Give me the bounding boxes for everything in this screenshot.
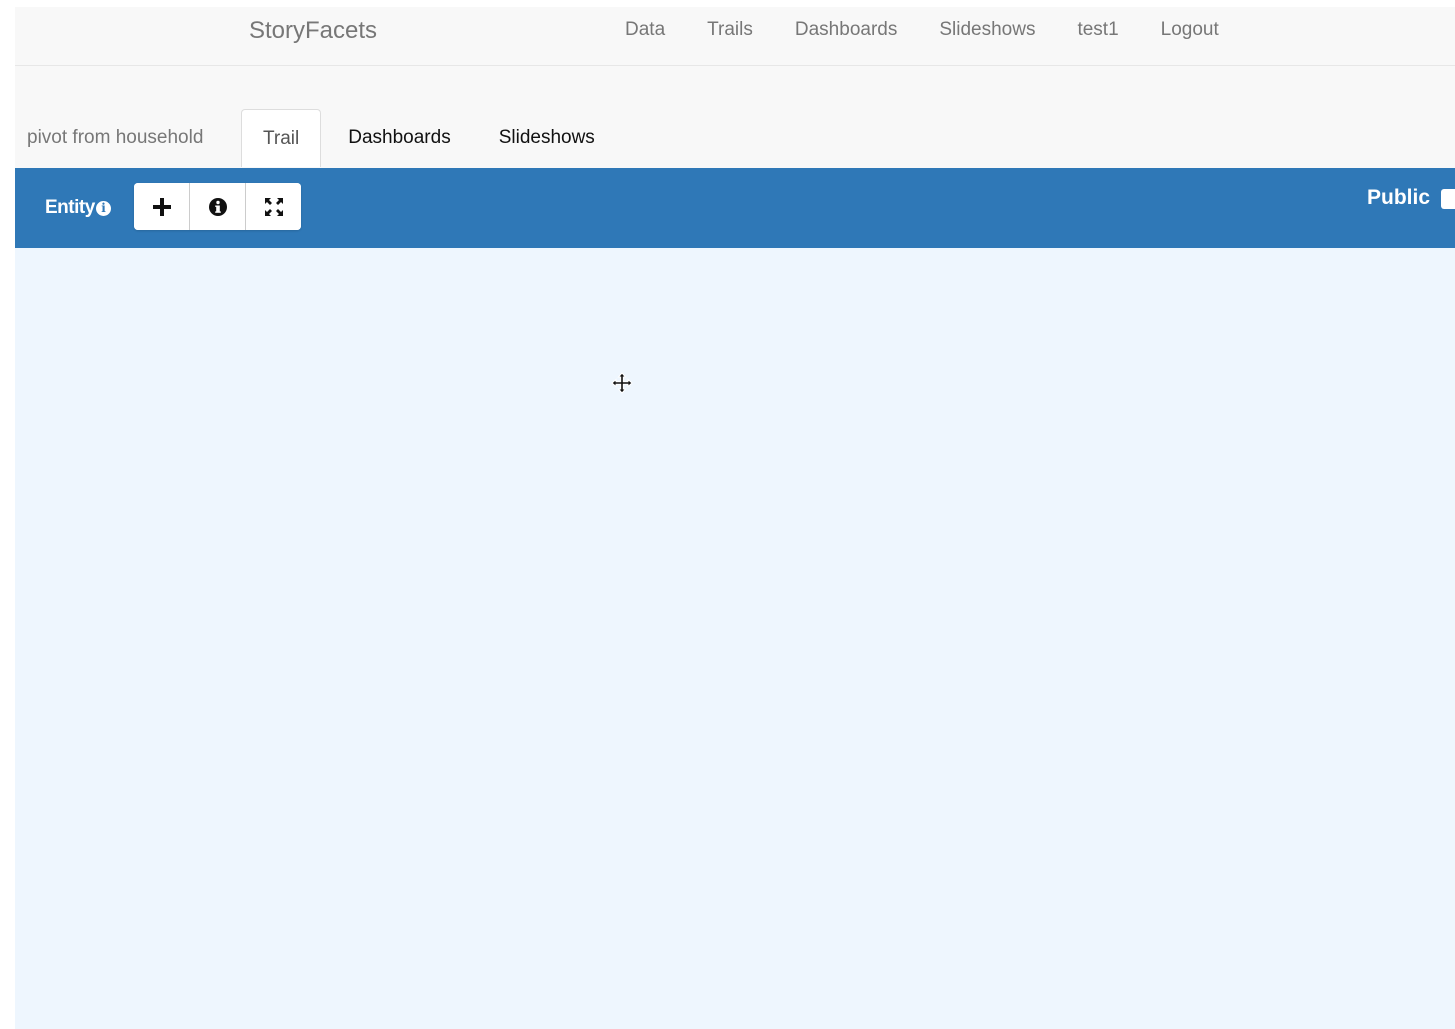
- tab-trail[interactable]: Trail: [241, 109, 322, 167]
- entity-label: Entity: [45, 197, 95, 218]
- tab-dashboards[interactable]: Dashboards: [327, 109, 471, 167]
- app-page: StoryFacets Data Trails Dashboards Slide…: [15, 7, 1455, 1029]
- trail-title: pivot from household: [27, 127, 204, 148]
- nav-link-dashboards[interactable]: Dashboards: [774, 7, 918, 65]
- brand-logo[interactable]: StoryFacets: [249, 17, 377, 45]
- nav-link-logout[interactable]: Logout: [1140, 7, 1240, 65]
- toolbar-button-group: [134, 183, 301, 230]
- nav-link-user[interactable]: test1: [1056, 7, 1139, 65]
- trail-canvas[interactable]: [15, 248, 1455, 1029]
- add-button[interactable]: [134, 183, 190, 230]
- top-navbar: StoryFacets Data Trails Dashboards Slide…: [15, 7, 1455, 66]
- public-label: Public: [1367, 186, 1431, 209]
- public-checkbox[interactable]: [1441, 189, 1455, 209]
- move-cursor-icon: [611, 372, 633, 394]
- nav-link-slideshows[interactable]: Slideshows: [918, 7, 1056, 65]
- trail-toolbar: Entity i Public: [15, 168, 1455, 248]
- plus-icon: [152, 197, 171, 216]
- trail-tabs-area: pivot from household Trail Dashboards Sl…: [15, 66, 1455, 168]
- info-circle-icon: [208, 197, 227, 216]
- nav-link-trails[interactable]: Trails: [686, 7, 774, 65]
- fullscreen-icon: [264, 197, 283, 216]
- info-button[interactable]: [190, 183, 246, 230]
- nav-link-data[interactable]: Data: [604, 7, 686, 65]
- trail-tabs: Trail Dashboards Slideshows: [241, 109, 616, 167]
- fullscreen-button[interactable]: [246, 183, 301, 230]
- tab-slideshows[interactable]: Slideshows: [478, 109, 616, 167]
- entity-label-group: Entity i: [45, 197, 111, 219]
- nav-links: Data Trails Dashboards Slideshows test1 …: [604, 7, 1240, 65]
- info-circle-icon[interactable]: i: [95, 200, 111, 216]
